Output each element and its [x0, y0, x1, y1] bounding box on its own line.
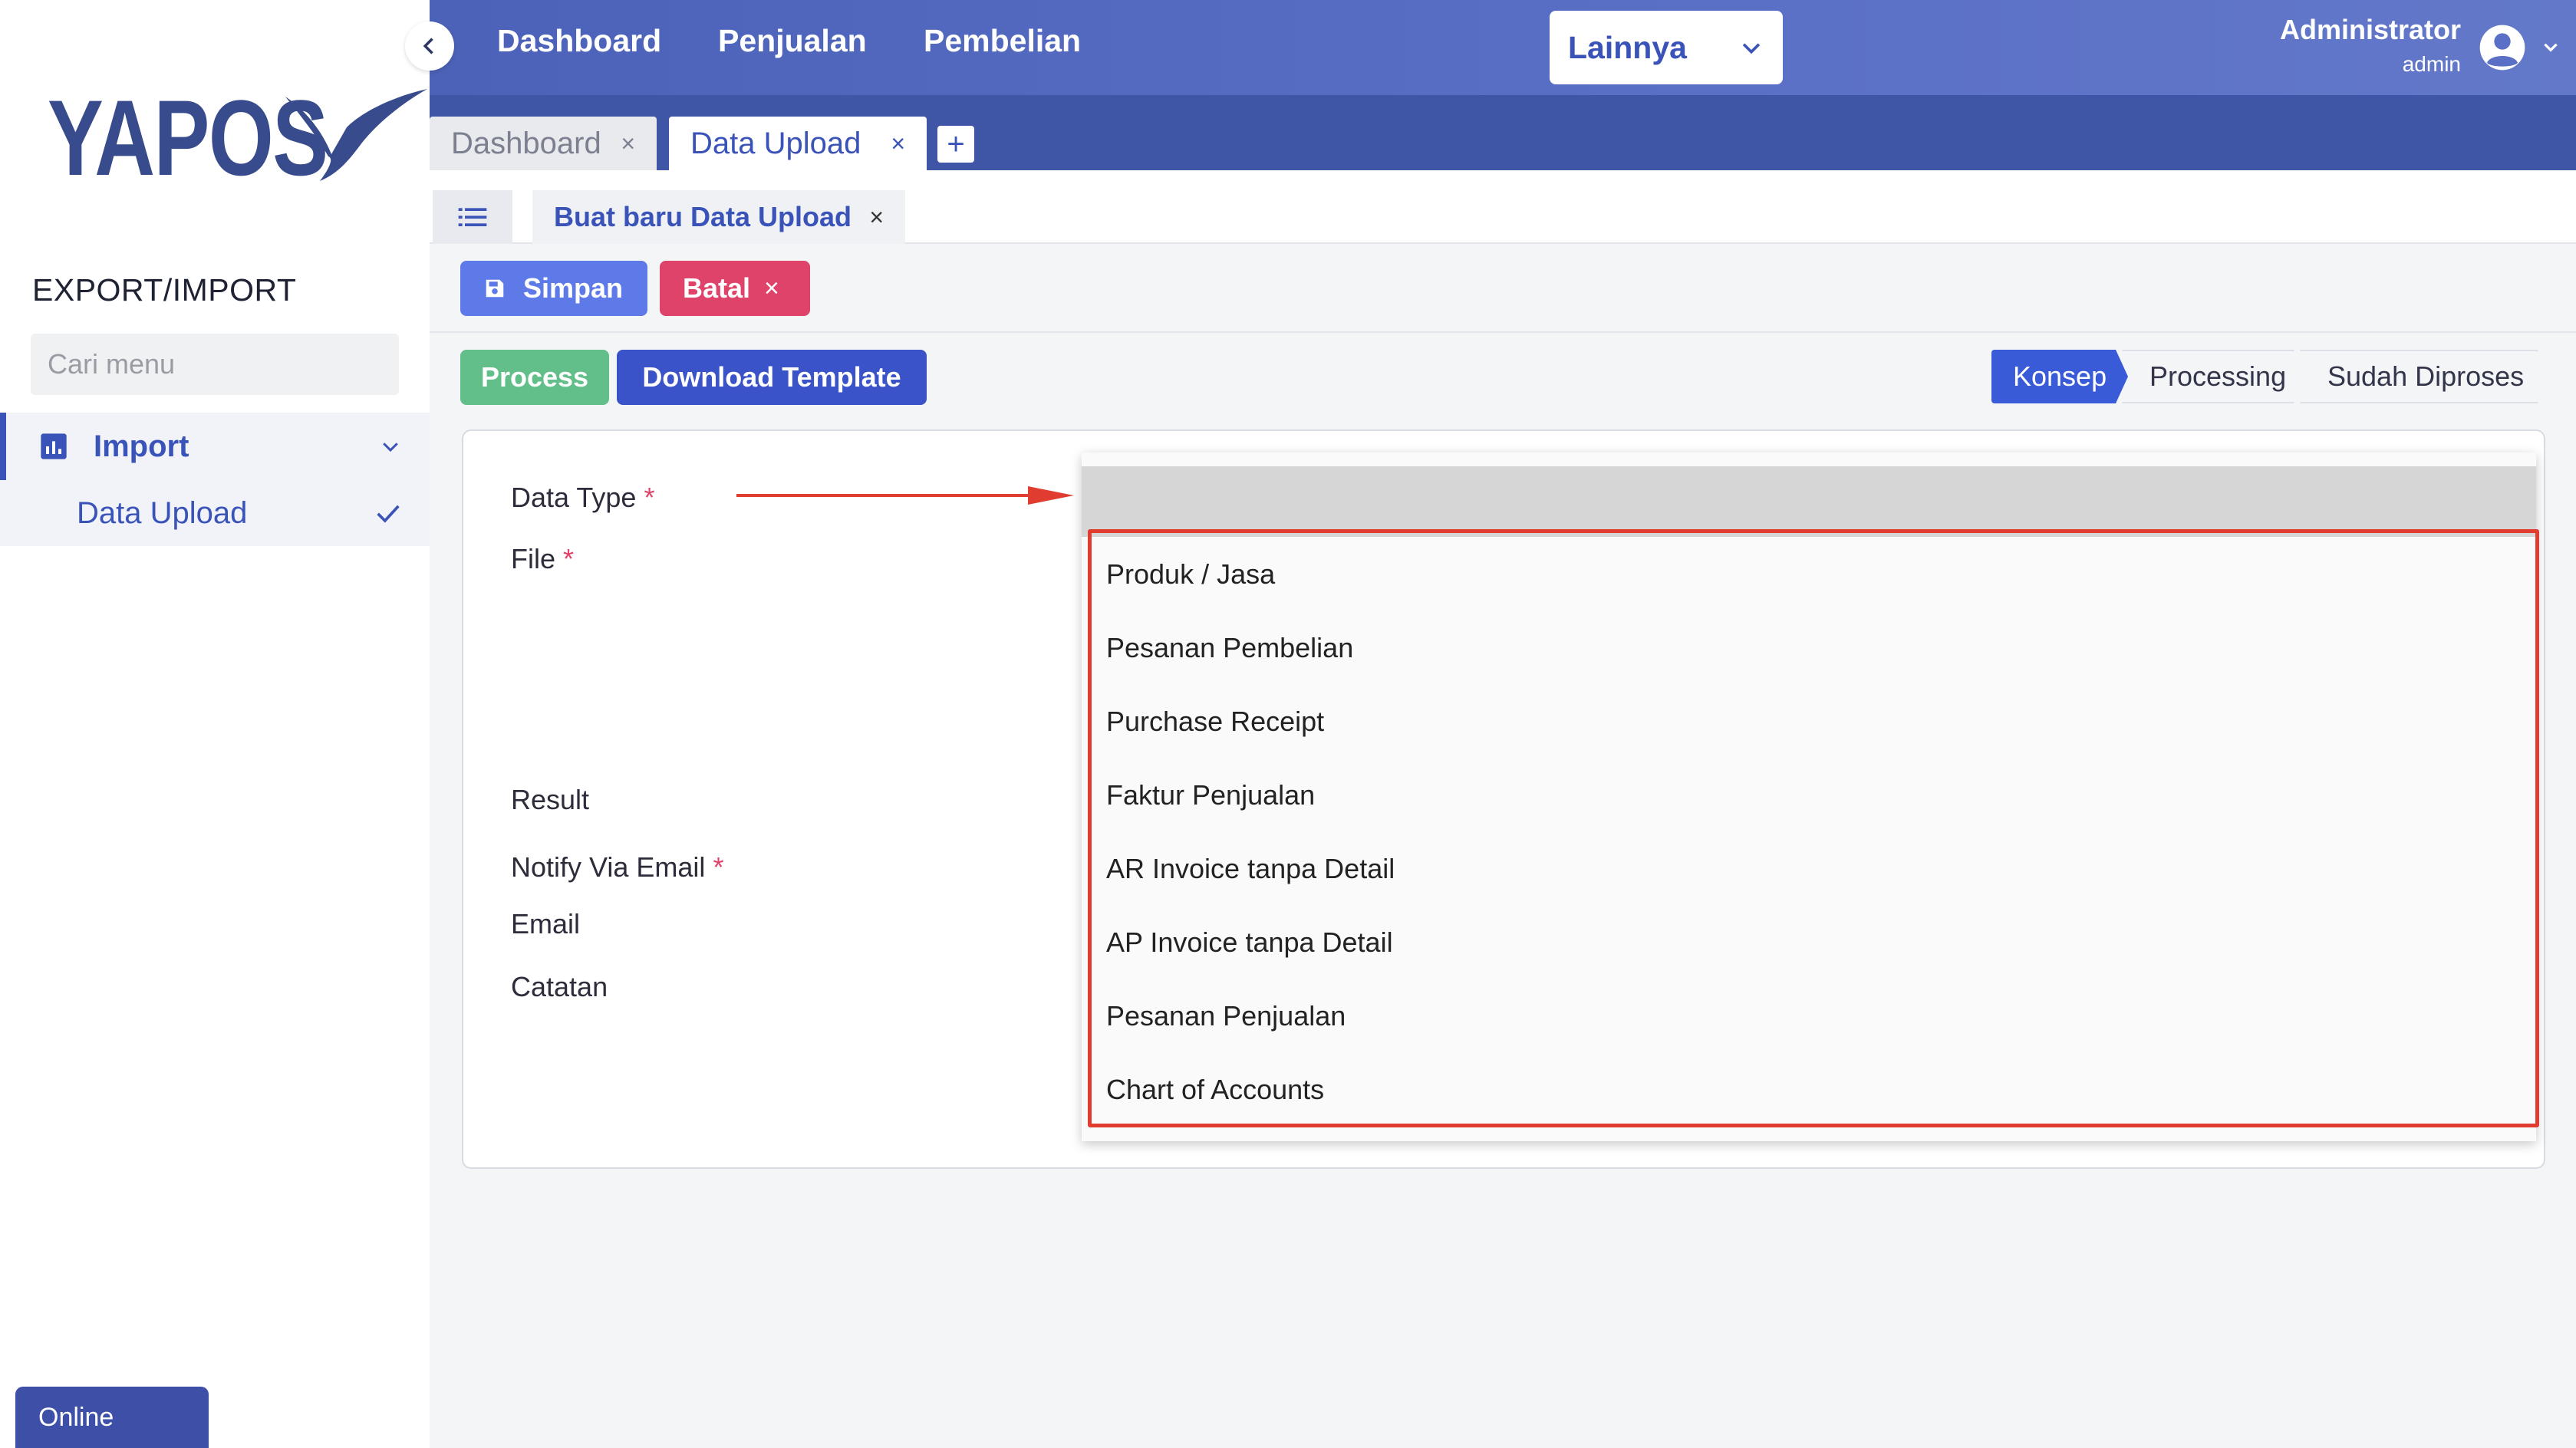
data-type-label: Data Type * — [511, 482, 654, 514]
list-icon — [458, 208, 487, 226]
data-type-select-field[interactable] — [1082, 466, 2536, 537]
dropdown-option[interactable]: AP Invoice tanpa Detail — [1106, 926, 1393, 959]
cancel-label: Batal — [683, 272, 751, 304]
user-name: Administrator — [2279, 14, 2461, 45]
tab-dashboard[interactable]: Dashboard × — [430, 117, 657, 170]
sub-tab-new-data-upload[interactable]: Buat baru Data Upload × — [532, 190, 905, 244]
chevron-down-icon — [383, 443, 398, 452]
sidebar: YAPOS EXPORT/IMPORT Import — [0, 0, 430, 1448]
list-view-button[interactable] — [433, 190, 512, 244]
dropdown-option[interactable]: Produk / Jasa — [1106, 558, 1275, 591]
top-navbar: Dashboard Penjualan Pembelian Lainnya Ad… — [430, 0, 2576, 95]
nav-more-dropdown[interactable]: Lainnya — [1550, 11, 1783, 84]
required-mark: * — [713, 851, 724, 883]
download-template-button[interactable]: Download Template — [617, 350, 927, 405]
user-role: admin — [2402, 52, 2461, 76]
dropdown-option[interactable]: Purchase Receipt — [1106, 706, 1324, 738]
notes-label: Catatan — [511, 971, 608, 1002]
annotation-arrow-icon — [736, 486, 1074, 505]
check-icon — [377, 505, 400, 523]
close-icon[interactable]: × — [621, 130, 635, 158]
collapse-sidebar-button[interactable] — [405, 21, 454, 71]
nav-pembelian[interactable]: Pembelian — [924, 23, 1081, 59]
tab-label: Data Upload — [690, 126, 861, 160]
status-step-sudah-diproses[interactable]: Sudah Diproses — [2300, 350, 2550, 403]
user-avatar-icon[interactable] — [2478, 23, 2527, 72]
tab-strip: Dashboard × Data Upload × + — [430, 95, 2576, 170]
tab-label: Dashboard — [451, 126, 601, 160]
floppy-disk-icon — [486, 279, 504, 298]
sidebar-section-title: EXPORT/IMPORT — [32, 272, 297, 308]
sidebar-item-label: Data Upload — [77, 495, 248, 530]
chart-icon — [41, 433, 67, 459]
cancel-button[interactable]: Batal × — [660, 261, 810, 316]
add-tab-button[interactable]: + — [937, 126, 974, 163]
sub-tab-bar: Buat baru Data Upload × — [430, 170, 2576, 244]
close-icon: × — [764, 273, 779, 303]
online-status-badge[interactable]: Online — [15, 1387, 209, 1448]
sub-tab-label: Buat baru Data Upload — [554, 201, 852, 232]
nav-dashboard[interactable]: Dashboard — [497, 23, 661, 59]
logo: YAPOS — [48, 84, 427, 192]
user-menu[interactable]: Administrator admin — [2280, 14, 2461, 77]
dropdown-option[interactable]: AR Invoice tanpa Detail — [1106, 853, 1395, 885]
sidebar-item-data-upload[interactable]: Data Upload — [0, 480, 430, 546]
sidebar-item-import[interactable]: Import — [0, 413, 430, 480]
action-bar: Simpan Batal × — [430, 244, 2576, 333]
status-steps: Konsep Processing Sudah Diproses — [1991, 350, 2550, 403]
data-type-label-text: Data Type — [511, 482, 637, 513]
notify-email-label: Notify Via Email * — [511, 851, 723, 884]
required-mark: * — [563, 543, 575, 574]
data-type-dropdown[interactable]: Produk / Jasa Pesanan Pembelian Purchase… — [1082, 452, 2539, 1141]
status-step-konsep[interactable]: Konsep — [1991, 350, 2128, 403]
close-icon[interactable]: × — [891, 130, 905, 158]
menu-search-input[interactable] — [48, 348, 404, 380]
chevron-left-icon — [423, 38, 433, 54]
save-button[interactable]: Simpan — [460, 261, 647, 316]
status-step-processing[interactable]: Processing — [2122, 350, 2306, 403]
notify-email-label-text: Notify Via Email — [511, 851, 706, 883]
email-label: Email — [511, 908, 581, 940]
file-label: File * — [511, 543, 574, 575]
bird-logo-icon — [285, 89, 427, 181]
sidebar-item-label: Import — [94, 429, 189, 463]
dropdown-option[interactable]: Faktur Penjualan — [1106, 779, 1315, 811]
nav-more-label: Lainnya — [1568, 29, 1687, 65]
dropdown-option[interactable]: Pesanan Penjualan — [1106, 1000, 1346, 1032]
file-label-text: File — [511, 543, 556, 574]
app-root: YAPOS EXPORT/IMPORT Import — [0, 0, 2576, 1448]
close-icon[interactable]: × — [869, 203, 884, 232]
nav-penjualan[interactable]: Penjualan — [718, 23, 867, 59]
process-button[interactable]: Process — [460, 350, 609, 405]
menu-search-box — [31, 334, 404, 395]
annotation-highlight-box — [1088, 529, 2539, 1127]
save-label: Simpan — [523, 272, 624, 304]
chevron-down-icon — [1742, 43, 1761, 54]
dropdown-option[interactable]: Chart of Accounts — [1106, 1074, 1324, 1106]
required-mark: * — [644, 482, 655, 513]
result-label: Result — [511, 784, 590, 815]
dropdown-option[interactable]: Pesanan Pembelian — [1106, 632, 1353, 664]
chevron-down-icon[interactable] — [2541, 37, 2561, 57]
tab-data-upload[interactable]: Data Upload × — [669, 117, 927, 170]
